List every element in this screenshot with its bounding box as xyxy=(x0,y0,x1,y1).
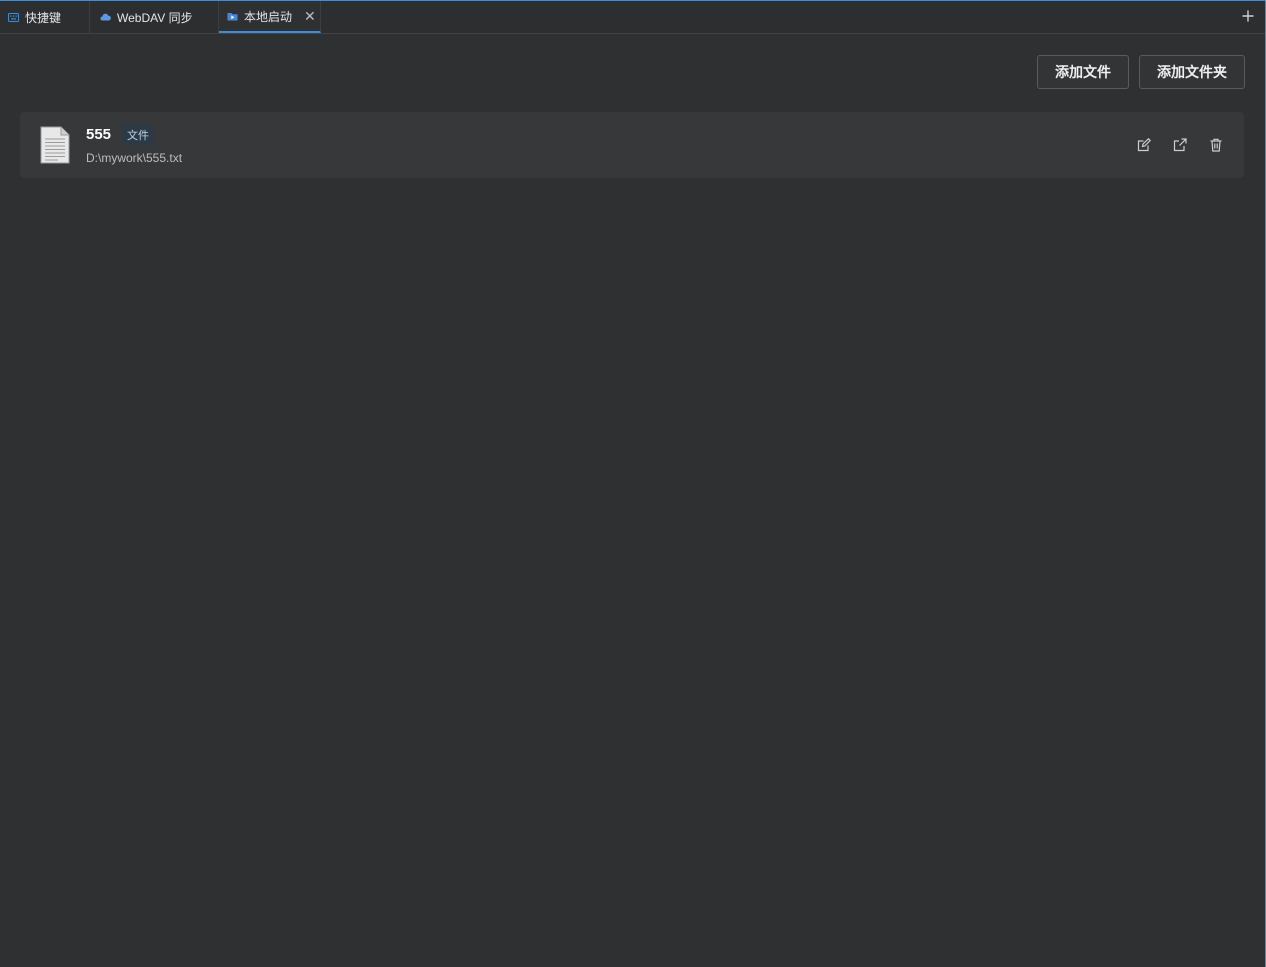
item-path: D:\mywork\555.txt xyxy=(86,151,183,165)
tab-label: 快捷键 xyxy=(25,10,62,25)
item-name: 555 xyxy=(86,126,112,143)
folder-run-icon xyxy=(227,11,238,22)
edit-icon[interactable] xyxy=(1135,136,1153,154)
add-folder-button[interactable]: 添加文件夹 xyxy=(1139,55,1245,89)
tab-shortcuts[interactable]: 快捷键 xyxy=(0,1,90,33)
tab-local-launch[interactable]: 本地启动 ✕ xyxy=(219,1,321,33)
close-icon[interactable]: ✕ xyxy=(304,9,316,23)
add-file-button[interactable]: 添加文件 xyxy=(1037,55,1129,89)
tab-bar: 快捷键 WebDAV 同步 本地启动 ✕ xyxy=(0,1,1265,34)
open-external-icon[interactable] xyxy=(1171,136,1189,154)
delete-icon[interactable] xyxy=(1207,136,1225,154)
tab-webdav-sync[interactable]: WebDAV 同步 xyxy=(90,1,219,33)
item-type-badge: 文件 xyxy=(122,125,154,145)
tab-label: 本地启动 xyxy=(244,9,293,24)
app-window: 快捷键 WebDAV 同步 本地启动 ✕ 添加文件 添加文件夹 555 文件 D… xyxy=(0,0,1266,967)
tab-label: WebDAV 同步 xyxy=(117,10,193,25)
cloud-icon xyxy=(100,12,111,23)
launch-item-card[interactable]: 555 文件 D:\mywork\555.txt xyxy=(20,112,1244,178)
plus-icon[interactable] xyxy=(1239,7,1257,25)
text-file-icon xyxy=(40,126,70,164)
keyboard-icon xyxy=(8,12,19,23)
